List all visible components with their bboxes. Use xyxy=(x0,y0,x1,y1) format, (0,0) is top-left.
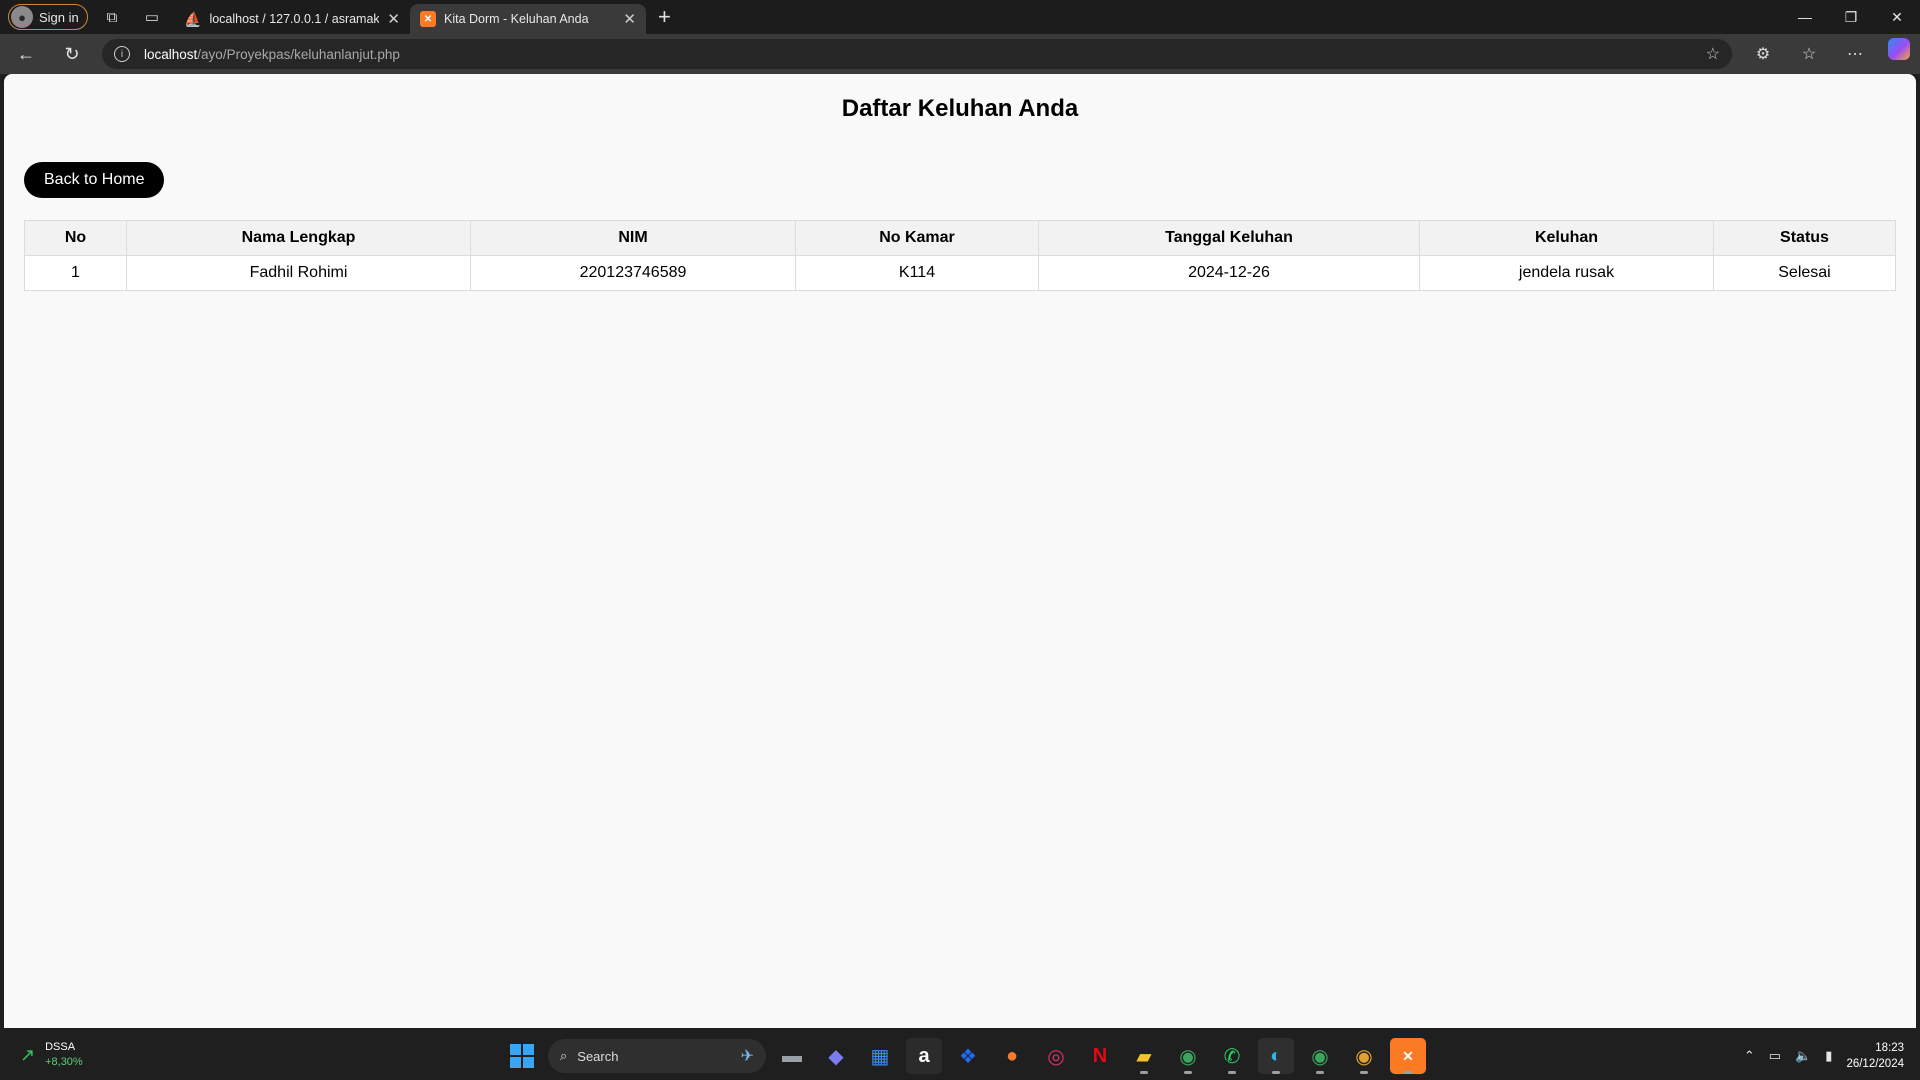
address-bar[interactable]: i localhost /ayo/Proyekpas/keluhanlanjut… xyxy=(102,39,1732,69)
toolbar-actions: ⚙ ☆ ⋯ xyxy=(1740,38,1910,70)
cell-no: 1 xyxy=(24,255,127,291)
chrome-profile-icon[interactable]: ◉ xyxy=(1302,1038,1338,1074)
table-header-row: No Nama Lengkap NIM No Kamar Tanggal Kel… xyxy=(24,220,1896,256)
file-explorer-icon[interactable]: ▰ xyxy=(1126,1038,1162,1074)
chevron-up-icon[interactable]: ⌃ xyxy=(1744,1048,1755,1064)
search-icon: ⌕ xyxy=(560,1048,568,1063)
close-tab-icon[interactable]: ✕ xyxy=(387,10,400,28)
profile-avatar-icon: ● xyxy=(11,6,33,28)
sign-in-label: Sign in xyxy=(39,9,79,25)
reload-icon[interactable]: ↻ xyxy=(52,38,92,70)
stock-change: +8,30% xyxy=(45,1056,83,1068)
netflix-icon[interactable]: N xyxy=(1082,1038,1118,1074)
phpmyadmin-favicon-icon: ⛵ xyxy=(184,10,202,27)
system-tray: ⌃ ▭ 🔈 ▮ 18:23 26/12/2024 xyxy=(1744,1040,1904,1072)
window-controls: — ❐ ✕ xyxy=(1782,0,1920,34)
column-header-keluhan: Keluhan xyxy=(1419,220,1714,256)
column-header-nama-lengkap: Nama Lengkap xyxy=(126,220,471,256)
tab-actions-icon[interactable]: ▭ xyxy=(136,3,168,31)
back-icon[interactable]: ← xyxy=(6,38,46,70)
column-header-no-kamar: No Kamar xyxy=(795,220,1039,256)
url-path: /ayo/Proyekpas/keluhanlanjut.php xyxy=(197,46,400,62)
site-info-icon[interactable]: i xyxy=(114,46,130,62)
tab-title: Kita Dorm - Keluhan Anda xyxy=(444,12,589,26)
amazon-icon[interactable]: a xyxy=(906,1038,942,1074)
clock-date: 26/12/2024 xyxy=(1846,1058,1904,1070)
cell-keluhan: jendela rusak xyxy=(1419,255,1714,291)
column-header-tanggal-keluhan: Tanggal Keluhan xyxy=(1038,220,1420,256)
search-highlight-icon: ✈ xyxy=(740,1048,754,1065)
close-window-icon[interactable]: ✕ xyxy=(1874,0,1920,34)
xampp-favicon-icon: ✕ xyxy=(420,11,436,27)
edge-icon[interactable]: ◐ xyxy=(1258,1038,1294,1074)
favorites-icon[interactable]: ☆ xyxy=(1786,38,1832,70)
cell-no-kamar: K114 xyxy=(795,255,1039,291)
taskbar-search[interactable]: ⌕ Search ✈ xyxy=(548,1039,766,1073)
tab-kita-dorm[interactable]: ✕ Kita Dorm - Keluhan Anda ✕ xyxy=(410,4,646,34)
copilot-app-icon[interactable]: ◆ xyxy=(818,1038,854,1074)
new-tab-icon[interactable]: + xyxy=(658,4,671,30)
dropbox-icon[interactable]: ❖ xyxy=(950,1038,986,1074)
clock[interactable]: 18:23 26/12/2024 xyxy=(1846,1040,1904,1072)
network-icon[interactable]: ▭ xyxy=(1769,1048,1781,1064)
column-header-no: No xyxy=(24,220,127,256)
more-menu-icon[interactable]: ⋯ xyxy=(1832,38,1878,70)
tab-title: localhost / 127.0.0.1 / asramakita xyxy=(209,12,380,26)
sign-in-button[interactable]: ● Sign in xyxy=(8,4,88,30)
extensions-icon[interactable]: ⚙ xyxy=(1740,38,1786,70)
cell-nama-lengkap: Fadhil Rohimi xyxy=(126,255,471,291)
windows-taskbar: ↗ DSSA +8,30% ⌕ Search ✈ ▬ ◆ ▦ a ❖ ● ◎ N… xyxy=(0,1032,1920,1080)
table-row: 1 Fadhil Rohimi 220123746589 K114 2024-1… xyxy=(24,255,1896,291)
browser-window: ● Sign in ⧉ ▭ ⛵ localhost / 127.0.0.1 / … xyxy=(0,0,1920,1080)
favorite-star-icon[interactable]: ☆ xyxy=(1706,44,1720,64)
chrome-profile-2-icon[interactable]: ◉ xyxy=(1346,1038,1382,1074)
whatsapp-icon[interactable]: ✆ xyxy=(1214,1038,1250,1074)
tab-phpmyadmin[interactable]: ⛵ localhost / 127.0.0.1 / asramakita ✕ xyxy=(174,4,410,34)
url-host: localhost xyxy=(144,46,198,62)
minimize-icon[interactable]: — xyxy=(1782,0,1828,34)
restore-icon[interactable]: ❐ xyxy=(1828,0,1874,34)
search-placeholder: Search xyxy=(577,1048,619,1064)
clock-time: 18:23 xyxy=(1875,1042,1904,1054)
close-tab-icon[interactable]: ✕ xyxy=(623,10,636,28)
battery-icon[interactable]: ▮ xyxy=(1825,1048,1832,1064)
page-title: Daftar Keluhan Anda xyxy=(841,95,1079,122)
complaints-table: No Nama Lengkap NIM No Kamar Tanggal Kel… xyxy=(24,220,1896,291)
browser-toolbar: ← ↻ i localhost /ayo/Proyekpas/keluhanla… xyxy=(0,34,1920,74)
xampp-icon[interactable]: ✕ xyxy=(1390,1038,1426,1074)
back-to-home-button[interactable]: Back to Home xyxy=(24,162,165,198)
instagram-icon[interactable]: ◎ xyxy=(1038,1038,1074,1074)
firefox-icon[interactable]: ● xyxy=(994,1038,1030,1074)
taskbar-apps: ⌕ Search ✈ ▬ ◆ ▦ a ❖ ● ◎ N ▰ ◉ ✆ ◐ ◉ ◉ ✕ xyxy=(504,1038,1426,1074)
stock-widget[interactable]: ↗ DSSA +8,30% xyxy=(20,1040,83,1070)
microsoft-store-icon[interactable]: ▦ xyxy=(862,1038,898,1074)
workspaces-icon[interactable]: ⧉ xyxy=(96,3,128,31)
chrome-icon[interactable]: ◉ xyxy=(1170,1038,1206,1074)
volume-icon[interactable]: 🔈 xyxy=(1795,1048,1811,1064)
tab-strip: ● Sign in ⧉ ▭ ⛵ localhost / 127.0.0.1 / … xyxy=(0,0,1920,34)
column-header-status: Status xyxy=(1713,220,1896,256)
cell-tanggal-keluhan: 2024-12-26 xyxy=(1038,255,1420,291)
cell-status: Selesai xyxy=(1713,255,1896,291)
stock-name: DSSA xyxy=(45,1041,76,1053)
page-viewport: Daftar Keluhan Anda Back to Home No Nama… xyxy=(4,74,1916,1028)
copilot-icon[interactable] xyxy=(1888,38,1910,60)
trend-up-icon: ↗ xyxy=(20,1044,36,1065)
cell-nim: 220123746589 xyxy=(470,255,796,291)
task-view-icon[interactable]: ▬ xyxy=(774,1038,810,1074)
column-header-nim: NIM xyxy=(470,220,796,256)
windows-start-icon[interactable] xyxy=(504,1038,540,1074)
